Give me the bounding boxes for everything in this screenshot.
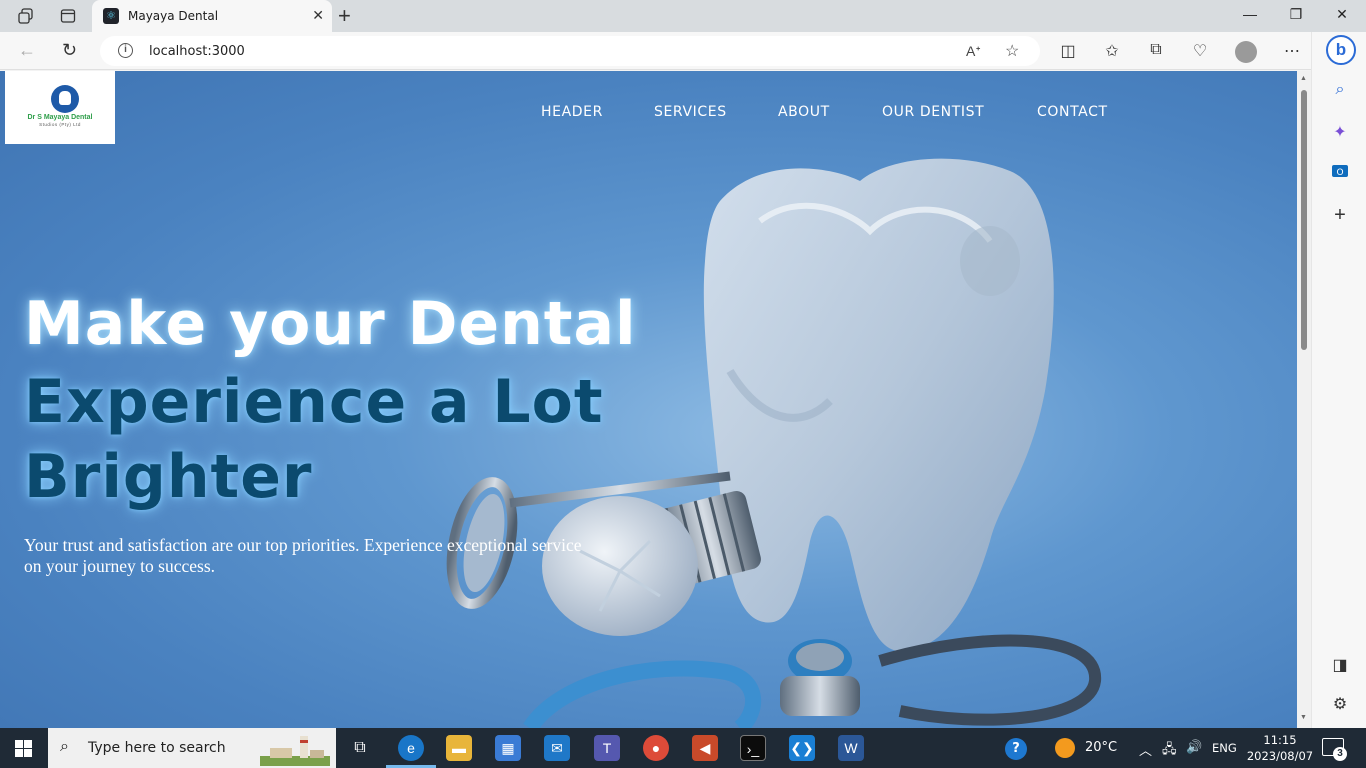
file-explorer-icon[interactable]: ▬: [446, 735, 472, 761]
microsoft-store-icon[interactable]: ▦: [495, 735, 521, 761]
page-viewport: Dr S Mayaya Dental Studios (Pty) Ltd HEA…: [0, 71, 1297, 728]
taskbar-search-box[interactable]: ⌕ Type here to search: [48, 728, 336, 768]
copilot-icon[interactable]: ✦: [1329, 122, 1351, 144]
performance-icon[interactable]: ♡: [1189, 41, 1211, 61]
tooth-logo-icon: [51, 85, 79, 113]
address-bar[interactable]: i localhost:3000 Aᐩ ☆: [100, 36, 1040, 66]
input-language[interactable]: ENG: [1212, 741, 1237, 755]
more-options-icon[interactable]: ⋯: [1281, 41, 1303, 61]
scroll-down-arrow-icon[interactable]: ▼: [1300, 714, 1307, 721]
nav-link-services[interactable]: SERVICES: [654, 104, 727, 120]
tab-actions-icon[interactable]: [57, 6, 79, 26]
page-scrollbar[interactable]: ▲ ▼: [1297, 71, 1311, 728]
edge-icon[interactable]: e: [398, 735, 424, 761]
read-aloud-icon[interactable]: Aᐩ: [966, 43, 981, 60]
bing-chat-icon[interactable]: b: [1326, 35, 1356, 65]
new-tab-icon[interactable]: +: [338, 3, 351, 29]
volume-icon[interactable]: 🔊: [1186, 740, 1202, 755]
svg-text:O: O: [1336, 168, 1343, 178]
close-window-icon[interactable]: ✕: [1332, 6, 1352, 23]
vscode-icon[interactable]: ❮❯: [789, 735, 815, 761]
react-icon: ⚛: [103, 8, 119, 24]
system-clock[interactable]: 11:15 2023/08/07: [1240, 732, 1320, 764]
split-screen-icon[interactable]: ◫: [1057, 41, 1079, 61]
network-icon[interactable]: 🖧: [1162, 740, 1177, 762]
scroll-thumb[interactable]: [1301, 90, 1307, 350]
taskbar-search-placeholder[interactable]: Type here to search: [88, 740, 226, 756]
refresh-icon[interactable]: ↻: [62, 40, 77, 61]
notification-count-badge: 3: [1333, 747, 1347, 761]
site-info-icon[interactable]: i: [118, 43, 133, 58]
back-icon[interactable]: ←: [18, 40, 36, 61]
profile-avatar[interactable]: [1235, 41, 1257, 63]
nav-link-about[interactable]: ABOUT: [778, 104, 830, 120]
browser-toolbar: ← ↻ i localhost:3000 Aᐩ ☆ ◫ ✩ ⧉ ♡ ⋯: [0, 32, 1366, 70]
nav-link-our-dentist[interactable]: OUR DENTIST: [882, 104, 984, 120]
favorite-star-icon[interactable]: ☆: [1005, 41, 1019, 61]
windows-start-icon[interactable]: [15, 740, 32, 757]
weather-icon[interactable]: [1055, 738, 1075, 758]
weather-temperature[interactable]: 20°C: [1085, 740, 1117, 755]
scroll-up-arrow-icon[interactable]: ▲: [1300, 75, 1307, 82]
teams-icon[interactable]: T: [594, 735, 620, 761]
nav-link-contact[interactable]: CONTACT: [1037, 104, 1108, 120]
hero-heading-line3: Brighter: [24, 442, 313, 512]
url-text[interactable]: localhost:3000: [149, 44, 245, 59]
logo-name: Dr S Mayaya Dental: [27, 114, 93, 121]
browser-tab-active[interactable]: ⚛ Mayaya Dental ✕: [92, 0, 332, 32]
hero-heading-line1: Make your Dental: [24, 289, 637, 359]
search-highlight-illustration: [260, 736, 330, 766]
browser-sidebar: b ⌕ ✦ O + ◨ ⚙: [1311, 32, 1366, 728]
task-view-icon[interactable]: ⧉: [347, 735, 373, 761]
hero-heading-line2: Experience a Lot: [24, 367, 604, 437]
workspaces-icon[interactable]: [15, 6, 37, 26]
clock-date: 2023/08/07: [1246, 749, 1314, 763]
windows-taskbar: ⌕ Type here to search ⧉ e ▬ ▦ ✉ T ● ◀ ›_…: [0, 728, 1366, 768]
clock-time: 11:15: [1263, 733, 1297, 747]
show-hidden-icons-icon[interactable]: ︿: [1139, 740, 1152, 759]
hero-subtitle: Your trust and satisfaction are our top …: [24, 535, 582, 576]
mail-icon[interactable]: ✉: [544, 735, 570, 761]
site-logo[interactable]: Dr S Mayaya Dental Studios (Pty) Ltd: [5, 71, 115, 144]
close-tab-icon[interactable]: ✕: [312, 7, 324, 24]
logo-subtitle: Studios (Pty) Ltd: [39, 122, 81, 127]
search-icon[interactable]: ⌕: [1329, 81, 1351, 103]
settings-gear-icon[interactable]: ⚙: [1329, 694, 1351, 716]
chrome-icon[interactable]: ●: [643, 735, 669, 761]
add-sidebar-app-icon[interactable]: +: [1329, 204, 1351, 226]
minimize-icon[interactable]: —: [1240, 6, 1260, 22]
restore-icon[interactable]: ❐: [1286, 6, 1306, 23]
tab-title: Mayaya Dental: [128, 9, 219, 23]
favorites-icon[interactable]: ✩: [1101, 41, 1123, 61]
help-icon[interactable]: ?: [1005, 738, 1027, 760]
nav-link-header[interactable]: HEADER: [541, 104, 603, 120]
browser-tab-strip: ⚛ Mayaya Dental ✕ + — ❐ ✕: [0, 0, 1366, 32]
media-player-icon[interactable]: ◀: [692, 735, 718, 761]
word-icon[interactable]: W: [838, 735, 864, 761]
terminal-icon[interactable]: ›_: [740, 735, 766, 761]
collections-icon[interactable]: ⧉: [1145, 41, 1167, 59]
outlook-icon[interactable]: O: [1329, 162, 1351, 184]
search-glass-icon: ⌕: [60, 738, 69, 755]
hide-sidebar-icon[interactable]: ◨: [1329, 655, 1351, 677]
